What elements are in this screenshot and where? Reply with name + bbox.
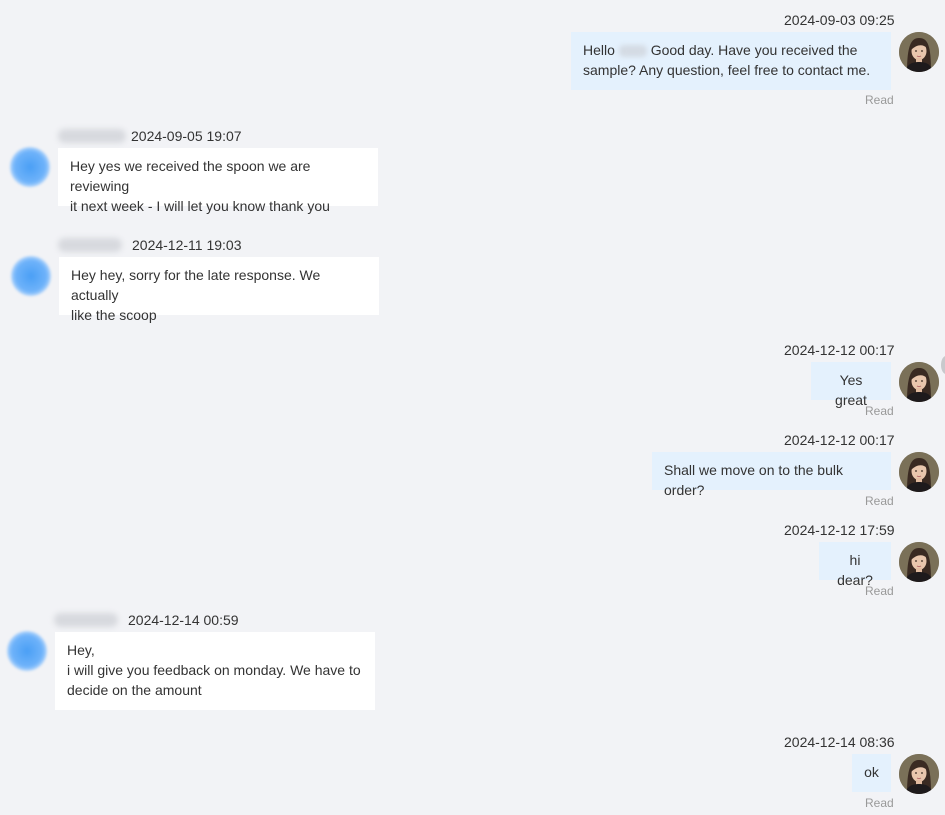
message-timestamp: 2024-12-12 00:17 xyxy=(784,432,895,448)
message-bubble[interactable]: Hello Good day. Have you received the sa… xyxy=(571,32,891,90)
message-timestamp: 2024-12-11 19:03 xyxy=(132,237,242,253)
blurred-avatar-icon[interactable] xyxy=(11,256,51,296)
message-bubble[interactable]: ok xyxy=(852,754,891,792)
message-text: Hey hey, sorry for the late response. We… xyxy=(71,267,321,303)
message-timestamp: 2024-12-12 00:17 xyxy=(784,342,895,358)
read-status: Read xyxy=(865,494,894,508)
message-bubble[interactable]: Hey, i will give you feedback on monday.… xyxy=(55,632,375,710)
message-text: Good day. Have you received the xyxy=(650,42,858,58)
message-text: sample? Any question, feel free to conta… xyxy=(583,62,871,78)
redacted-sender-name xyxy=(58,238,122,252)
blurred-avatar-icon[interactable] xyxy=(10,147,50,187)
message-text: i will give you feedback on monday. We h… xyxy=(67,662,361,678)
message-text: hi dear? xyxy=(837,552,873,588)
message-text: it next week - I will let you know thank… xyxy=(70,198,330,214)
message-text: Hey yes we received the spoon we are rev… xyxy=(70,158,311,194)
message-timestamp: 2024-09-05 19:07 xyxy=(131,128,242,144)
message-text: Hello xyxy=(583,42,615,58)
message-text: like the scoop xyxy=(71,307,157,323)
woman-portrait-icon[interactable] xyxy=(899,754,939,794)
redacted-sender-name xyxy=(54,613,118,627)
read-status: Read xyxy=(865,93,894,107)
message-text: Yes great xyxy=(835,372,867,408)
blurred-avatar-icon[interactable] xyxy=(7,631,47,671)
message-bubble[interactable]: hi dear? xyxy=(819,542,891,588)
woman-portrait-icon[interactable] xyxy=(899,542,939,582)
message-bubble[interactable]: Shall we move on to the bulk order? xyxy=(652,452,891,498)
woman-portrait-icon[interactable] xyxy=(899,32,939,72)
message-text: decide on the amount xyxy=(67,682,202,698)
message-bubble[interactable]: Yes great xyxy=(811,362,891,408)
message-timestamp: 2024-12-12 17:59 xyxy=(784,522,895,538)
read-status: Read xyxy=(865,404,894,418)
message-bubble[interactable]: Hey hey, sorry for the late response. We… xyxy=(59,257,379,323)
message-text: Shall we move on to the bulk order? xyxy=(664,462,843,498)
scroll-edge-marker xyxy=(941,356,945,374)
read-status: Read xyxy=(865,796,894,810)
message-text: Hey, xyxy=(67,642,95,658)
redacted-sender-name xyxy=(58,129,126,143)
message-bubble[interactable]: Hey yes we received the spoon we are rev… xyxy=(58,148,378,214)
redacted-name xyxy=(618,45,647,58)
read-status: Read xyxy=(865,584,894,598)
message-timestamp: 2024-12-14 08:36 xyxy=(784,734,895,750)
message-timestamp: 2024-12-14 00:59 xyxy=(128,612,239,628)
woman-portrait-icon[interactable] xyxy=(899,452,939,492)
message-text: ok xyxy=(864,764,879,780)
message-timestamp: 2024-09-03 09:25 xyxy=(784,12,895,28)
woman-portrait-icon[interactable] xyxy=(899,362,939,402)
